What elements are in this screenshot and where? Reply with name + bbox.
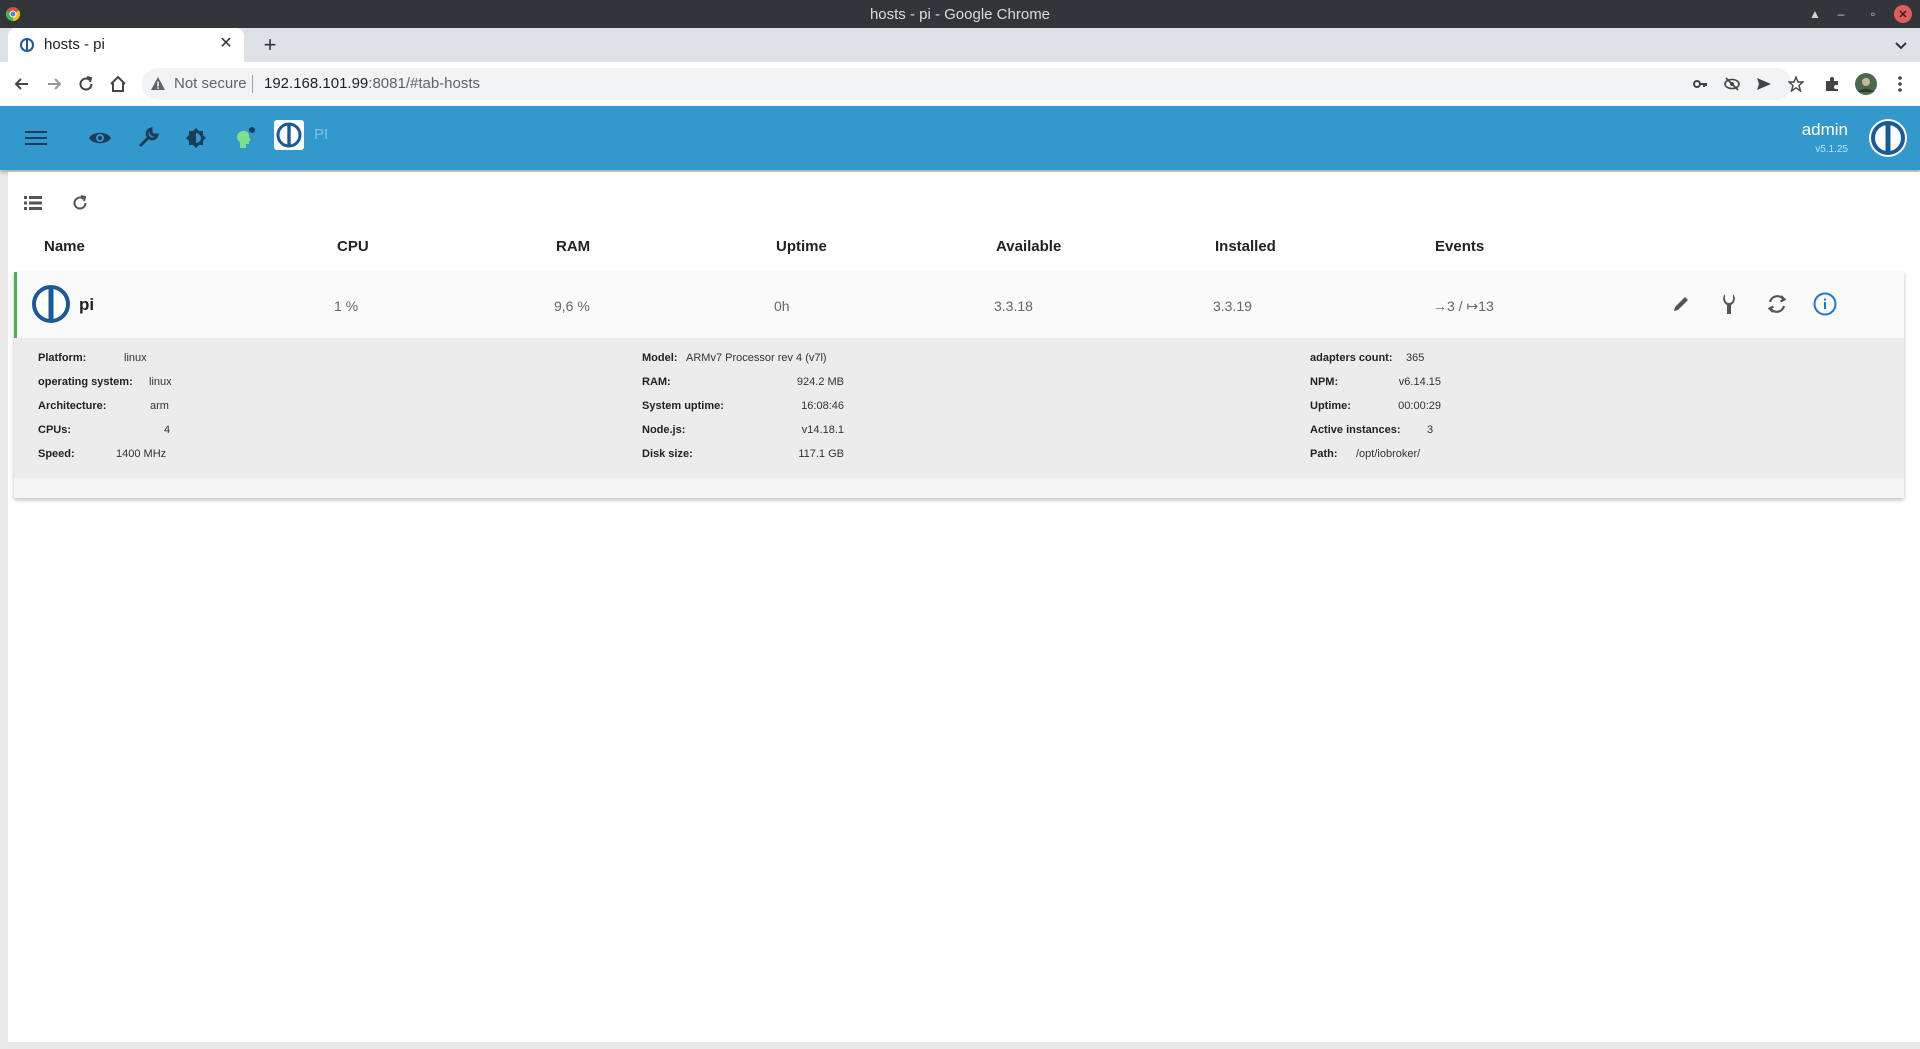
url-host: 192.168.101.99: [264, 75, 369, 92]
detail-value: 3: [1427, 424, 1434, 436]
warning-icon[interactable]: [150, 76, 166, 92]
detail-value: 924.2 MB: [796, 376, 844, 388]
column-header-name[interactable]: Name: [44, 238, 85, 255]
browser-toolbar: Not secure 192.168.101.99:8081/#tab-host…: [0, 62, 1920, 107]
detail-value: 365: [1406, 352, 1425, 364]
key-icon[interactable]: [1692, 76, 1708, 92]
detail-label: Platform:: [38, 352, 87, 364]
url-text[interactable]: 192.168.101.99:8081/#tab-hosts: [264, 75, 480, 92]
host-details-panel: Platform: linux operating system: linux …: [14, 338, 1904, 478]
detail-label: RAM:: [642, 376, 671, 388]
admin-logo-icon[interactable]: [1868, 118, 1908, 158]
host-cpu: 1 %: [334, 298, 359, 314]
user-name[interactable]: admin: [1802, 120, 1848, 140]
browser-tab[interactable]: hosts - pi ✕: [8, 28, 244, 62]
os-titlebar: hosts - pi - Google Chrome ▲ – ▫ ✕: [0, 0, 1920, 28]
window-restore-icon[interactable]: ▫: [1864, 5, 1882, 23]
detail-value: v14.18.1: [801, 424, 844, 436]
tracking-blocked-icon[interactable]: [1724, 76, 1740, 92]
tab-close-icon[interactable]: ✕: [216, 34, 236, 54]
detail-label: Architecture:: [38, 400, 107, 412]
iobroker-favicon-icon: [20, 38, 34, 52]
host-available-version: 3.3.18: [994, 298, 1033, 314]
edit-icon[interactable]: [1667, 290, 1695, 318]
tab-strip: hosts - pi ✕ +: [0, 28, 1920, 62]
back-icon[interactable]: [10, 72, 34, 96]
detail-label: Path:: [1310, 448, 1338, 460]
detail-value: 117.1 GB: [798, 448, 844, 460]
detail-value: arm: [150, 400, 169, 412]
detail-value: ARMv7 Processor rev 4 (v7l): [686, 352, 827, 364]
detail-label: operating system:: [38, 376, 133, 388]
wrench-settings-icon[interactable]: [1715, 290, 1743, 318]
profile-avatar-icon[interactable]: [1854, 72, 1878, 96]
address-bar[interactable]: Not secure 192.168.101.99:8081/#tab-host…: [142, 68, 1804, 100]
detail-value: /opt/iobroker/: [1356, 448, 1421, 460]
host-card: pi 1 % 9,6 % 0h 3.3.18 3.3.19 →3 / ↦13 P…: [14, 272, 1904, 498]
detail-value: linux: [124, 352, 147, 364]
column-header-uptime[interactable]: Uptime: [776, 238, 827, 255]
restart-icon[interactable]: [1763, 290, 1791, 318]
security-status[interactable]: Not secure: [174, 75, 247, 92]
tab-title: hosts - pi: [44, 36, 105, 53]
detail-value: v6.14.15: [1398, 376, 1441, 388]
detail-value: linux: [149, 376, 172, 388]
admin-version: v5.1.25: [1815, 144, 1848, 155]
window-title: hosts - pi - Google Chrome: [869, 6, 1051, 23]
info-icon[interactable]: [1811, 290, 1839, 318]
column-header-cpu[interactable]: CPU: [337, 238, 369, 255]
host-uptime: 0h: [774, 298, 790, 314]
menu-icon[interactable]: [22, 124, 50, 152]
url-path: :8081/#tab-hosts: [368, 75, 481, 92]
column-header-ram[interactable]: RAM: [556, 238, 590, 255]
column-header-events[interactable]: Events: [1435, 238, 1484, 255]
iobroker-logo-icon[interactable]: [274, 120, 304, 150]
detail-label: Speed:: [38, 448, 75, 460]
eye-icon[interactable]: [86, 124, 114, 152]
detail-value: 16:08:46: [801, 400, 844, 412]
detail-label: adapters count:: [1310, 352, 1393, 364]
detail-label: Model:: [642, 352, 678, 364]
detail-label: System uptime:: [642, 400, 724, 412]
bookmark-star-icon[interactable]: [1788, 76, 1804, 92]
new-tab-icon[interactable]: +: [258, 33, 282, 57]
refresh-icon[interactable]: [69, 192, 91, 214]
table-row[interactable]: pi 1 % 9,6 % 0h 3.3.18 3.3.19 →3 / ↦13: [14, 272, 1904, 338]
send-icon[interactable]: [1756, 76, 1772, 92]
detail-value: 4: [164, 424, 171, 436]
window-minimize-icon[interactable]: –: [1832, 5, 1850, 23]
detail-label: Disk size:: [642, 448, 693, 460]
address-separator: [252, 75, 253, 93]
forward-icon[interactable]: [42, 72, 66, 96]
header-host-name: PI: [314, 126, 329, 143]
expert-mode-icon[interactable]: [230, 124, 258, 152]
host-name: pi: [79, 295, 95, 314]
wrench-icon[interactable]: [134, 124, 162, 152]
reload-icon[interactable]: [74, 72, 98, 96]
detail-label: CPUs:: [38, 424, 72, 436]
host-logo-icon: [29, 282, 73, 326]
home-icon[interactable]: [106, 72, 130, 96]
list-view-icon[interactable]: [22, 192, 44, 214]
window-close-icon[interactable]: ✕: [1894, 5, 1912, 23]
browser-menu-icon[interactable]: [1888, 72, 1912, 96]
tab-search-chevron-icon[interactable]: [1892, 36, 1910, 54]
detail-label: Active instances:: [1310, 424, 1401, 436]
app-header: PI admin v5.1.25: [0, 106, 1920, 170]
detail-value: 00:00:29: [1398, 400, 1441, 412]
extensions-icon[interactable]: [1820, 72, 1844, 96]
host-ram: 9,6 %: [554, 298, 590, 314]
detail-label: Node.js:: [642, 424, 686, 436]
window-up-icon[interactable]: ▲: [1806, 5, 1824, 23]
host-installed-version: 3.3.19: [1213, 298, 1252, 314]
column-header-available[interactable]: Available: [996, 238, 1061, 255]
host-events: →3 / ↦13: [1433, 298, 1494, 314]
theme-toggle-icon[interactable]: [182, 124, 210, 152]
detail-value: 1400 MHz: [116, 448, 167, 460]
column-header-installed[interactable]: Installed: [1215, 238, 1276, 255]
hosts-content: Name CPU RAM Uptime Available Installed …: [8, 172, 1920, 1042]
